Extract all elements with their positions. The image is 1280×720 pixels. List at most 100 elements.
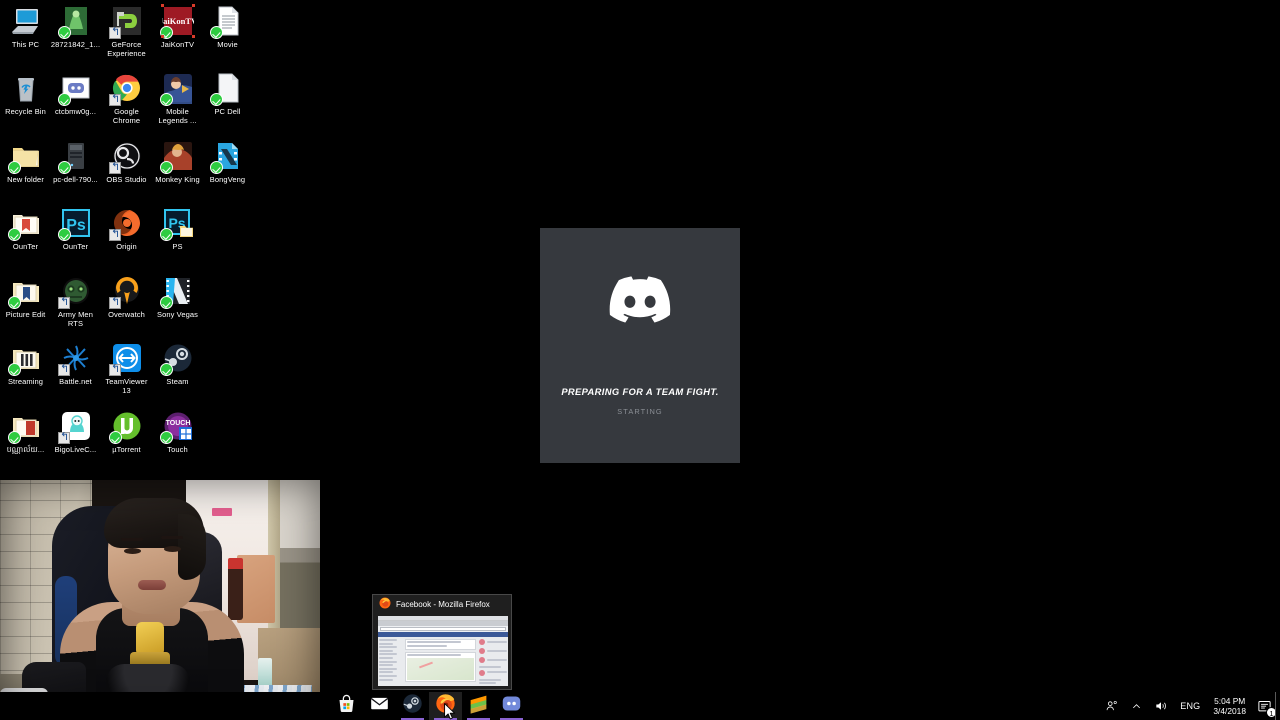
taskbar-item-sublime-text[interactable]	[462, 692, 495, 720]
desktop-icon-label: ctcbmw0g...	[54, 107, 97, 116]
desktop-icon-label: Mobile Legends ...	[158, 107, 197, 125]
jaikontv-icon: JaiKonTV	[159, 4, 195, 39]
desktop-icon-ps[interactable]: Ps PS	[152, 207, 203, 252]
desktop-icon-label: Army Men RTS	[58, 310, 93, 328]
desktop-icon-this-pc[interactable]: This PC	[0, 5, 51, 50]
clock[interactable]: 5:04 PM 3/4/2018	[1206, 692, 1253, 720]
teamviewer-icon	[108, 342, 143, 376]
firefox-icon	[435, 693, 456, 719]
sublime-text-icon	[468, 693, 489, 719]
language-indicator[interactable]: ENG	[1174, 692, 1206, 720]
taskbar[interactable]: ENG 5:04 PM 3/4/2018 1	[0, 692, 1280, 720]
desktop-icon-label: OBS Studio	[106, 175, 147, 184]
desktop-icon-obs-studio[interactable]: OBS Studio	[101, 140, 152, 185]
desktop-icon-label: OunTer	[12, 242, 39, 251]
desktop-icon-bigolivec[interactable]: BigoLiveC...	[50, 410, 101, 455]
desktop-icon-steam[interactable]: Steam	[152, 342, 203, 387]
desktop-icon-streaming[interactable]: Streaming	[0, 342, 51, 387]
recycle-bin-icon	[10, 72, 42, 104]
taskbar-item-mail[interactable]	[363, 692, 396, 720]
desktop-icon-monkey-king[interactable]: Monkey King	[152, 140, 203, 185]
desktop-background[interactable]: This PC 28721842_1... GeForce Experience Ja…	[0, 0, 1280, 720]
discord-splash-window[interactable]: PREPARING FOR A TEAM FIGHT. STARTING	[540, 228, 740, 463]
shortcut-arrow-badge-icon	[108, 162, 121, 174]
onedrive-synced-badge-icon	[57, 161, 71, 174]
battlenet-icon	[57, 342, 92, 376]
monkey-king-icon	[159, 140, 194, 174]
desktop-icon-overwatch[interactable]: Overwatch	[101, 275, 152, 320]
thumbnail-title: Facebook - Mozilla Firefox	[396, 600, 490, 609]
taskbar-item-microsoft-store[interactable]	[330, 692, 363, 720]
show-desktop-button[interactable]	[1275, 692, 1280, 720]
google-chrome-icon	[108, 72, 143, 106]
taskbar-item-discord[interactable]	[495, 692, 528, 720]
desktop-icon-label: Sony Vegas	[156, 310, 199, 319]
firefox-icon	[379, 596, 391, 614]
onedrive-synced-badge-icon	[159, 161, 173, 174]
desktop-icon-picture-edit[interactable]: Picture Edit	[0, 275, 51, 320]
desktop-icon-label: Picture Edit	[5, 310, 46, 319]
desktop-icon-label: PS	[172, 242, 183, 251]
mail-icon	[369, 693, 390, 719]
webcam-overlay	[0, 478, 320, 720]
desktop-icon-ounter[interactable]: OunTer	[0, 207, 51, 252]
shortcut-arrow-badge-icon	[57, 364, 70, 376]
desktop-icon-label: បណ្ណាល័យ...	[6, 445, 45, 454]
onedrive-synced-badge-icon	[159, 228, 173, 241]
taskbar-thumbnail-preview[interactable]: Facebook - Mozilla Firefox	[372, 594, 512, 690]
desktop-icon-label: JaiKonTV	[160, 40, 195, 49]
desktop-icon-label: 28721842_1...	[50, 40, 101, 49]
steam-icon	[159, 342, 194, 376]
desktop-icon-[interactable]: បណ្ណាល័យ...	[0, 410, 51, 455]
desktop-icon-geforce-experience[interactable]: GeForce Experience	[101, 5, 152, 58]
shortcut-arrow-badge-icon	[57, 297, 70, 309]
desktop-icon-teamviewer-13[interactable]: TeamViewer 13	[101, 342, 152, 395]
discord-image-icon	[57, 72, 92, 106]
people-icon[interactable]	[1099, 692, 1125, 720]
desktop-icon-label: Movie	[217, 40, 238, 49]
geforce-experience-icon	[108, 5, 143, 39]
shortcut-arrow-badge-icon	[108, 229, 121, 241]
desktop-icon-torrent[interactable]: µTorrent	[101, 410, 152, 455]
desktop-icon-mobile-legends[interactable]: Mobile Legends ...	[152, 72, 203, 125]
desktop-icon-pc-dell[interactable]: PC Dell	[202, 72, 253, 117]
desktop-icon-label: pc-dell-790...	[53, 175, 98, 184]
desktop-icon-bongveng[interactable]: BongVeng	[202, 140, 253, 185]
thumbnail-image[interactable]	[378, 616, 508, 686]
desktop-icon-jaikontv[interactable]: JaiKonTV JaiKonTV	[152, 4, 203, 50]
shortcut-arrow-badge-icon	[57, 432, 70, 444]
discord-status-text: STARTING	[617, 406, 663, 416]
desktop-icon-28721842-1[interactable]: 28721842_1...	[50, 5, 101, 50]
desktop-icon-label: Streaming	[7, 377, 44, 386]
desktop-icon-recycle-bin[interactable]: Recycle Bin	[0, 72, 51, 117]
webcam-person-mouth	[138, 580, 166, 590]
desktop-icon-ctcbmw0g[interactable]: ctcbmw0g...	[50, 72, 101, 117]
desktop-icon-new-folder[interactable]: New folder	[0, 140, 51, 185]
microsoft-store-icon	[336, 693, 357, 719]
bigo-live-icon	[57, 410, 92, 444]
desktop-icon-pc-dell-790[interactable]: pc-dell-790...	[50, 140, 101, 185]
taskbar-item-mozilla-firefox[interactable]	[429, 692, 462, 720]
desktop-icon-army-men-rts[interactable]: Army Men RTS	[50, 275, 101, 328]
desktop-icon-battle-net[interactable]: Battle.net	[50, 342, 101, 387]
desktop-icon-google-chrome[interactable]: Google Chrome	[101, 72, 152, 125]
desktop-icon-origin[interactable]: Origin	[101, 207, 152, 252]
steam-icon	[402, 693, 423, 719]
desktop-icon-ounter[interactable]: Ps OunTer	[50, 207, 101, 252]
webcam-person-hair-side	[178, 514, 206, 580]
webcam-person-eye-right	[164, 546, 181, 552]
desktop-icon-sony-vegas[interactable]: Sony Vegas	[152, 275, 203, 320]
desktop-icon-movie[interactable]: Movie	[202, 5, 253, 50]
onedrive-synced-badge-icon	[7, 161, 21, 174]
chevron-up-icon[interactable]	[1125, 692, 1148, 720]
desktop-icon-touch[interactable]: TOUCH Touch	[152, 410, 203, 455]
onedrive-synced-badge-icon	[57, 26, 71, 39]
onedrive-synced-badge-icon	[159, 93, 173, 106]
onedrive-synced-badge-icon	[7, 431, 21, 444]
shortcut-arrow-badge-icon	[108, 94, 121, 106]
taskbar-item-steam[interactable]	[396, 692, 429, 720]
touch-icon: TOUCH	[159, 410, 194, 444]
photoshop-icon: Ps	[57, 207, 92, 241]
webcam-person-brow-right	[161, 536, 183, 539]
speaker-icon[interactable]	[1148, 692, 1174, 720]
